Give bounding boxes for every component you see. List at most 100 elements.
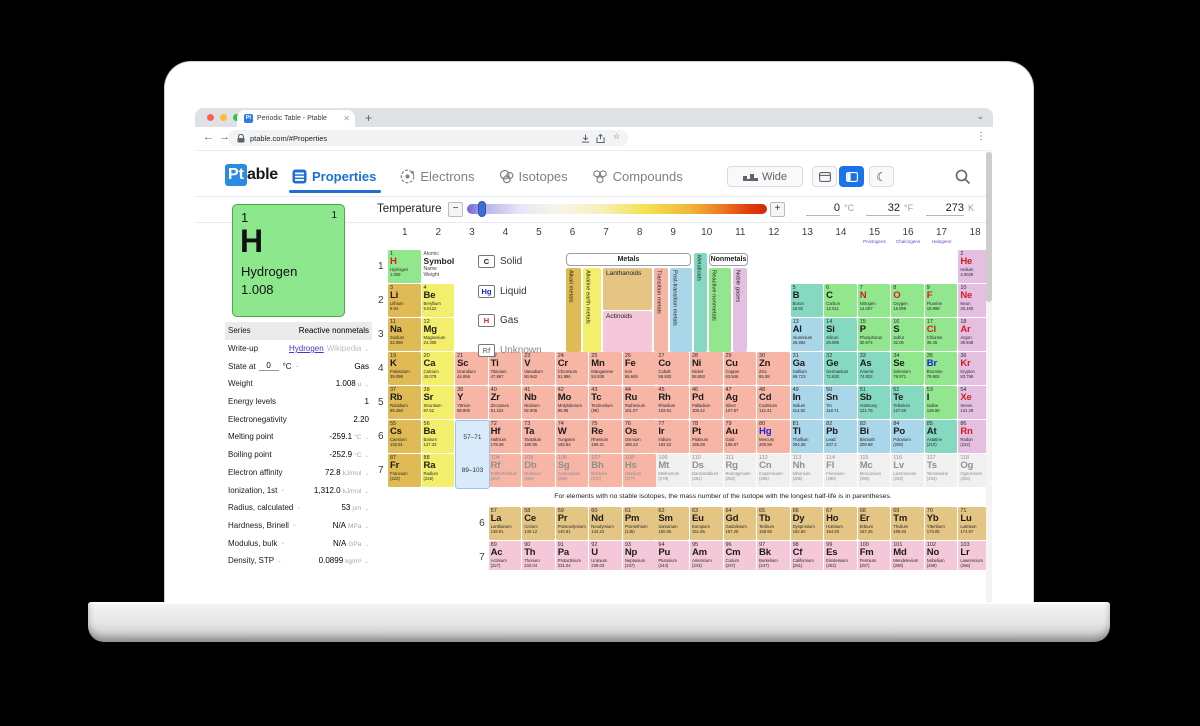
element-Cr[interactable]: 24CrChromium51.996 bbox=[556, 352, 589, 385]
element-As[interactable]: 33AsArsenic74.922 bbox=[858, 352, 891, 385]
element-Sr[interactable]: 38SrStrontium87.62 bbox=[422, 386, 455, 419]
label-caret-icon[interactable]: ⌄ bbox=[280, 487, 285, 493]
value-caret-icon[interactable]: ⌄ bbox=[364, 559, 369, 565]
temperature-slider[interactable] bbox=[467, 204, 767, 214]
element-Mt[interactable]: 109MtMeitnerium(278) bbox=[656, 454, 689, 487]
element-Se[interactable]: 34SeSelenium78.971 bbox=[891, 352, 924, 385]
element-B[interactable]: 5BBoron10.81 bbox=[791, 284, 824, 317]
element-Tm[interactable]: 69TmThulium168.93 bbox=[891, 507, 924, 540]
element-Ta[interactable]: 73TaTantalum180.95 bbox=[522, 420, 555, 453]
element-C[interactable]: 6CCarbon12.011 bbox=[824, 284, 857, 317]
element-Ir[interactable]: 77IrIridium192.22 bbox=[656, 420, 689, 453]
celsius-field[interactable]: 0 °C bbox=[806, 202, 854, 216]
element-Mc[interactable]: 115McMoscovium(290) bbox=[858, 454, 891, 487]
element-Ba[interactable]: 56BaBarium137.33 bbox=[422, 420, 455, 453]
element-Rh[interactable]: 45RhRhodium102.91 bbox=[656, 386, 689, 419]
element-Er[interactable]: 68ErErbium167.26 bbox=[858, 507, 891, 540]
value-caret-icon[interactable]: ⌄ bbox=[364, 542, 369, 548]
element-Bh[interactable]: 107BhBohrium(270) bbox=[589, 454, 622, 487]
element-Yb[interactable]: 70YbYtterbium173.05 bbox=[925, 507, 958, 540]
download-icon[interactable] bbox=[581, 134, 590, 143]
label-caret-icon[interactable]: ⌄ bbox=[295, 363, 300, 369]
legend-series-rn[interactable]: Reactive nonmetals bbox=[709, 268, 731, 352]
element-Li[interactable]: 3LiLithium6.94 bbox=[388, 284, 421, 317]
element-At[interactable]: 85AtAstatine(210) bbox=[925, 420, 958, 453]
element-La[interactable]: 57LaLanthanum138.91 bbox=[489, 507, 522, 540]
element-Es[interactable]: 99EsEinsteinium(252) bbox=[824, 541, 857, 570]
element-Br[interactable]: 35BrBromine79.904 bbox=[925, 352, 958, 385]
kelvin-value[interactable]: 273 bbox=[926, 202, 964, 216]
element-Ge[interactable]: 32GeGermanium72.630 bbox=[824, 352, 857, 385]
element-Ni[interactable]: 28NiNickel58.693 bbox=[690, 352, 723, 385]
tab-isotopes[interactable]: Isotopes bbox=[499, 169, 568, 184]
element-P[interactable]: 15PPhosphorus30.974 bbox=[858, 318, 891, 351]
element-Fr[interactable]: 87FrFrancium(223) bbox=[388, 454, 421, 487]
element-In[interactable]: 49InIndium114.82 bbox=[791, 386, 824, 419]
tab-compounds[interactable]: Compounds bbox=[592, 169, 683, 184]
element-Tb[interactable]: 65TbTerbium158.93 bbox=[757, 507, 790, 540]
element-K[interactable]: 19KPotassium39.098 bbox=[388, 352, 421, 385]
element-Au[interactable]: 79AuGold196.97 bbox=[724, 420, 757, 453]
element-Ts[interactable]: 117TsTennessine(294) bbox=[925, 454, 958, 487]
element-Pt[interactable]: 78PtPlatinum195.08 bbox=[690, 420, 723, 453]
element-Sn[interactable]: 50SnTin118.71 bbox=[824, 386, 857, 419]
state-temperature-input[interactable]: 0 bbox=[259, 361, 279, 371]
writeup-link[interactable]: Hydrogen bbox=[289, 344, 324, 353]
label-caret-icon[interactable]: ⌄ bbox=[280, 540, 285, 546]
element-Pr[interactable]: 59PrPraseodymium140.91 bbox=[556, 507, 589, 540]
element-Co[interactable]: 27CoCobalt58.933 bbox=[656, 352, 689, 385]
value-caret-icon[interactable]: ⌄ bbox=[364, 506, 369, 512]
element-Sb[interactable]: 51SbAntimony121.76 bbox=[858, 386, 891, 419]
fblock-placeholder[interactable]: 57–7189–103 bbox=[455, 420, 490, 489]
element-Cm[interactable]: 96CmCurium(247) bbox=[724, 541, 757, 570]
element-Y[interactable]: 39YYttrium88.906 bbox=[455, 386, 488, 419]
fahrenheit-field[interactable]: 32 °F bbox=[866, 202, 913, 216]
element-Be[interactable]: 4BeBeryllium9.0122 bbox=[422, 284, 455, 317]
legend-series-md[interactable]: Metalloids bbox=[694, 253, 707, 352]
element-Np[interactable]: 93NpNeptunium(237) bbox=[623, 541, 656, 570]
value-caret-icon[interactable]: ⌄ bbox=[364, 435, 369, 441]
fahrenheit-value[interactable]: 32 bbox=[866, 202, 900, 216]
element-Re[interactable]: 75ReRhenium186.21 bbox=[589, 420, 622, 453]
element-Mo[interactable]: 42MoMolybdenum95.95 bbox=[556, 386, 589, 419]
element-Ra[interactable]: 88RaRadium(226) bbox=[422, 454, 455, 487]
element-Cn[interactable]: 112CnCopernicium(285) bbox=[757, 454, 790, 487]
element-Fm[interactable]: 100FmFermium(257) bbox=[858, 541, 891, 570]
legend-series-tm[interactable]: Transition metals bbox=[654, 268, 668, 352]
value-caret-icon[interactable]: ⌄ bbox=[364, 471, 369, 477]
search-icon[interactable] bbox=[955, 169, 971, 185]
element-Sm[interactable]: 62SmSamarium150.36 bbox=[656, 507, 689, 540]
element-W[interactable]: 74WTungsten183.84 bbox=[556, 420, 589, 453]
element-Ag[interactable]: 47AgSilver107.87 bbox=[724, 386, 757, 419]
element-Ce[interactable]: 58CeCerium140.12 bbox=[522, 507, 555, 540]
element-Bi[interactable]: 83BiBismuth208.98 bbox=[858, 420, 891, 453]
value-caret-icon[interactable]: ⌄ bbox=[364, 382, 369, 388]
legend-series-la[interactable]: Lanthanoids bbox=[603, 268, 652, 310]
layout-sidebar-button[interactable] bbox=[839, 166, 864, 187]
element-Tl[interactable]: 81TlThallium204.38 bbox=[791, 420, 824, 453]
new-tab-button[interactable]: + bbox=[365, 111, 372, 125]
element-Rb[interactable]: 37RbRubidium85.468 bbox=[388, 386, 421, 419]
legend-series-ac[interactable]: Actinoids bbox=[603, 311, 652, 352]
element-Po[interactable]: 84PoPolonium(209) bbox=[891, 420, 924, 453]
wide-button[interactable]: Wide bbox=[727, 166, 803, 187]
element-Pb[interactable]: 82PbLead207.2 bbox=[824, 420, 857, 453]
share-icon[interactable] bbox=[596, 134, 605, 143]
element-Hs[interactable]: 108HsHassium(277) bbox=[623, 454, 656, 487]
back-icon[interactable]: ← bbox=[203, 131, 214, 143]
minimize-window-button[interactable] bbox=[220, 114, 227, 121]
element-Nd[interactable]: 60NdNeodymium144.24 bbox=[589, 507, 622, 540]
close-window-button[interactable] bbox=[207, 114, 214, 121]
element-Eu[interactable]: 63EuEuropium151.96 bbox=[690, 507, 723, 540]
element-S[interactable]: 16SSulfur32.06 bbox=[891, 318, 924, 351]
element-Nh[interactable]: 113NhNihonium(286) bbox=[791, 454, 824, 487]
element-Th[interactable]: 90ThThorium232.04 bbox=[522, 541, 555, 570]
celsius-value[interactable]: 0 bbox=[806, 202, 840, 216]
element-Pm[interactable]: 61PmPromethium(145) bbox=[623, 507, 656, 540]
value-caret-icon[interactable]: ⌄ bbox=[364, 453, 369, 459]
element-No[interactable]: 102NoNobelium(259) bbox=[925, 541, 958, 570]
label-caret-icon[interactable]: ⌄ bbox=[277, 558, 282, 564]
tab-properties[interactable]: Properties bbox=[292, 169, 376, 184]
element-Fe[interactable]: 26FeIron55.845 bbox=[623, 352, 656, 385]
element-Hf[interactable]: 72HfHafnium178.49 bbox=[489, 420, 522, 453]
